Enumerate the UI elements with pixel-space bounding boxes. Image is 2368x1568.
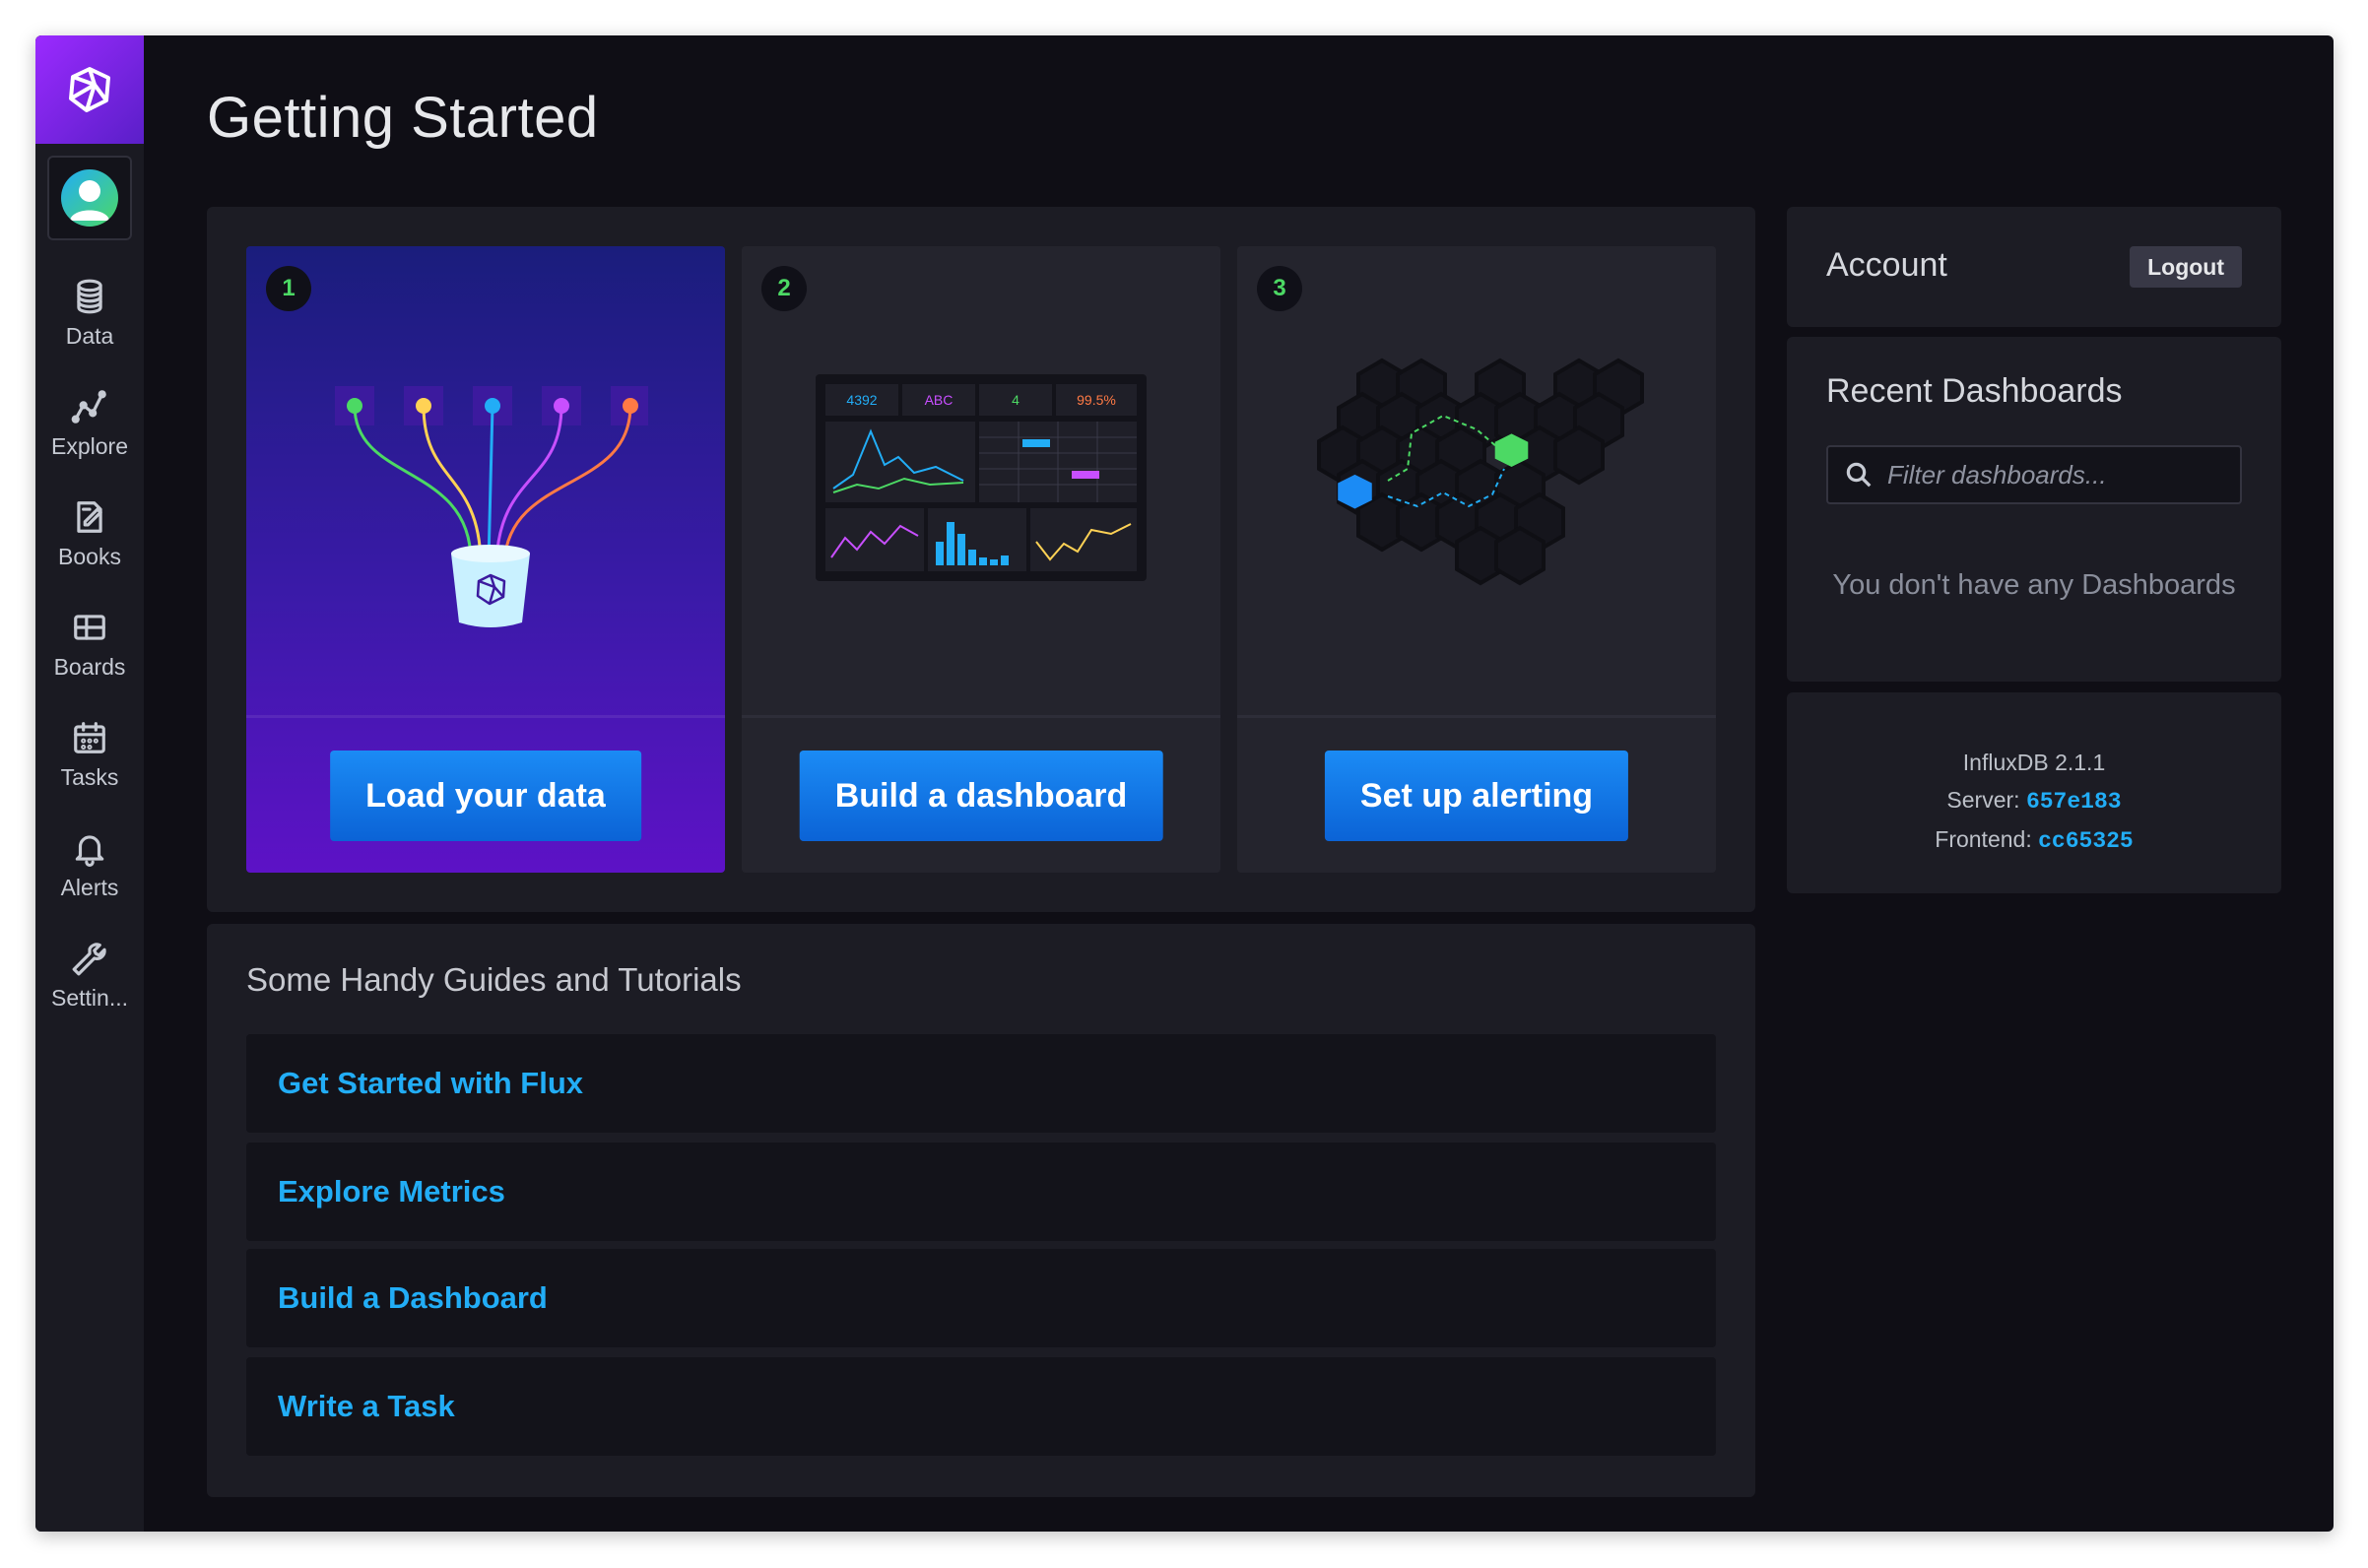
alerting-illustration	[1237, 345, 1716, 640]
dashboard-illustration: 4392 ABC 4 99.5%	[742, 345, 1220, 640]
server-version-line: Server: 657e183	[1787, 781, 2281, 820]
version-info-panel: InfluxDB 2.1.1 Server: 657e183 Frontend:…	[1787, 692, 2281, 893]
calendar-icon	[74, 721, 105, 753]
server-commit: 657e183	[2025, 789, 2122, 815]
guide-link-explore-metrics[interactable]: Explore Metrics	[246, 1143, 1716, 1241]
sidebar-nav: Data Explore Books Boards Tasks Alerts S…	[35, 258, 144, 1030]
user-icon	[70, 180, 109, 221]
sidebar-item-settings[interactable]: Settin...	[35, 920, 144, 1030]
dashboard-grid-icon	[74, 614, 105, 640]
card-divider	[246, 715, 725, 718]
dashboard-preview-icon: 4392 ABC 4 99.5%	[816, 374, 1147, 581]
wrench-icon	[72, 942, 106, 975]
account-title: Account	[1826, 246, 1947, 284]
widget-value-4: 99.5%	[1077, 392, 1116, 408]
sidebar-item-tasks[interactable]: Tasks	[35, 699, 144, 810]
sidebar-item-explore[interactable]: Explore	[35, 368, 144, 479]
build-dashboard-button[interactable]: Build a dashboard	[799, 751, 1163, 841]
load-data-illustration	[246, 345, 725, 640]
card-divider	[742, 715, 1220, 718]
main-content: Getting Started 1 Load your data 2 4392 …	[144, 35, 2334, 1532]
guide-link-get-started-with-flux[interactable]: Get Started with Flux	[246, 1034, 1716, 1133]
notebook-icon	[77, 500, 102, 533]
database-icon	[77, 279, 102, 313]
guide-link-label: Write a Task	[278, 1389, 455, 1423]
guides-panel: Some Handy Guides and Tutorials Get Star…	[207, 924, 1755, 1497]
set-up-alerting-card[interactable]: 3 Set up alerting	[1237, 246, 1716, 873]
sidebar-item-label: Explore	[51, 432, 128, 459]
guide-link-label: Explore Metrics	[278, 1174, 505, 1209]
data-bucket-icon	[335, 386, 648, 627]
sidebar-item-label: Books	[58, 543, 121, 569]
guide-link-write-a-task[interactable]: Write a Task	[246, 1357, 1716, 1456]
avatar	[61, 169, 118, 227]
empty-dashboards-message: You don't have any Dashboards	[1832, 569, 2236, 601]
frontend-label: Frontend:	[1935, 826, 2032, 852]
load-data-card[interactable]: 1 Load your data	[246, 246, 725, 873]
sidebar-item-label: Settin...	[51, 984, 128, 1011]
version-info: InfluxDB 2.1.1 Server: 657e183 Frontend:…	[1787, 744, 2281, 860]
widget-value-2: ABC	[925, 392, 954, 408]
widget-value-3: 4	[1012, 392, 1020, 408]
step-number-badge: 2	[761, 266, 807, 311]
frontend-commit: cc65325	[2038, 828, 2134, 854]
sidebar: Data Explore Books Boards Tasks Alerts S…	[35, 35, 144, 1532]
sidebar-item-label: Data	[65, 322, 114, 349]
guide-link-label: Get Started with Flux	[278, 1066, 584, 1100]
widget-value-1: 4392	[846, 392, 877, 408]
build-dashboard-card[interactable]: 2 4392 ABC 4 99.5% Build a dashboard	[742, 246, 1220, 873]
cuboctahedron-logo-icon	[69, 67, 110, 112]
guide-link-build-a-dashboard[interactable]: Build a Dashboard	[246, 1249, 1716, 1347]
filter-dashboards-input[interactable]	[1887, 459, 2240, 490]
sidebar-item-data[interactable]: Data	[35, 258, 144, 368]
guides-title: Some Handy Guides and Tutorials	[246, 961, 742, 998]
sidebar-item-alerts[interactable]: Alerts	[35, 810, 144, 920]
sidebar-item-boards[interactable]: Boards	[35, 589, 144, 699]
sidebar-item-label: Alerts	[60, 874, 119, 900]
sidebar-item-label: Boards	[53, 653, 126, 680]
hexagon-network-icon	[1317, 359, 1644, 585]
getting-started-panel: 1 Load your data 2 4392 ABC 4 99.5% Buil…	[207, 207, 1755, 912]
influxdb-logo[interactable]	[35, 35, 144, 144]
app-window: Data Explore Books Boards Tasks Alerts S…	[35, 35, 2334, 1532]
frontend-version-line: Frontend: cc65325	[1787, 820, 2281, 860]
sidebar-item-label: Tasks	[60, 763, 119, 790]
card-divider	[1237, 715, 1716, 718]
logout-button[interactable]: Logout	[2130, 246, 2242, 288]
page-title: Getting Started	[207, 86, 599, 150]
guide-link-label: Build a Dashboard	[278, 1280, 548, 1315]
step-number-badge: 3	[1257, 266, 1302, 311]
filter-dashboards-field[interactable]	[1826, 445, 2242, 504]
graph-icon	[71, 389, 106, 424]
user-avatar-button[interactable]	[47, 156, 132, 240]
search-icon	[1846, 462, 1872, 488]
set-up-alerting-button[interactable]: Set up alerting	[1324, 751, 1629, 841]
recent-dashboards-title: Recent Dashboards	[1826, 372, 2123, 410]
step-number-badge: 1	[266, 266, 311, 311]
server-label: Server:	[1946, 787, 2020, 813]
recent-dashboards-panel: Recent Dashboards You don't have any Das…	[1787, 337, 2281, 682]
sidebar-item-books[interactable]: Books	[35, 479, 144, 589]
load-your-data-button[interactable]: Load your data	[330, 751, 641, 841]
product-version: InfluxDB 2.1.1	[1962, 750, 2106, 775]
account-panel: Account Logout	[1787, 207, 2281, 327]
bell-icon	[75, 834, 104, 867]
